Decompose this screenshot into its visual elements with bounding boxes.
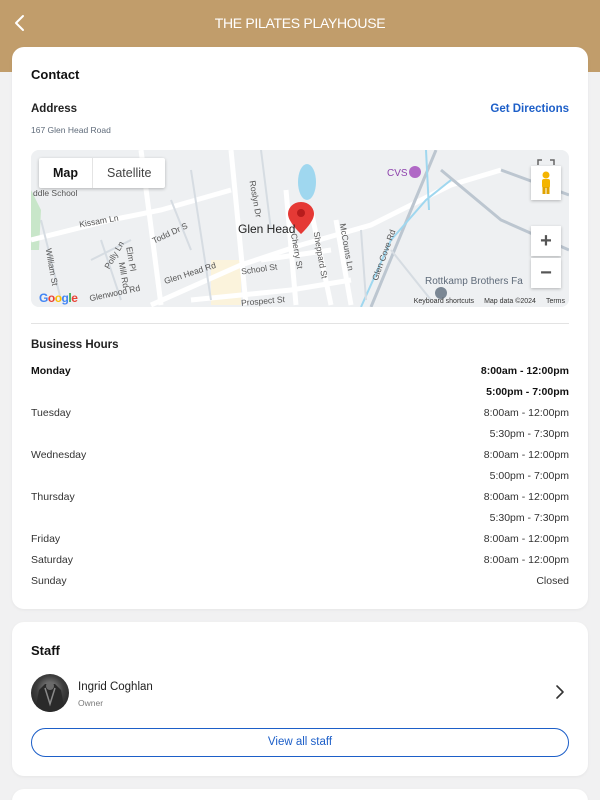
map-footer: Keyboard shortcuts Map data ©2024 Terms bbox=[414, 298, 565, 305]
staff-title: Staff bbox=[31, 643, 60, 658]
map-place-label: CVS bbox=[387, 168, 408, 179]
terms-link[interactable]: Terms bbox=[546, 298, 565, 305]
map-view[interactable]: ddle School Kissam Ln Todd Dr S Glen Hea… bbox=[31, 150, 569, 307]
avatar-image bbox=[35, 682, 65, 712]
hours-day: Monday bbox=[31, 365, 71, 377]
hours-time: 5:30pm - 7:30pm bbox=[489, 428, 569, 440]
street-view-icon bbox=[542, 171, 550, 194]
staff-member-row[interactable]: Ingrid Coghlan Owner bbox=[31, 674, 569, 714]
avatar bbox=[31, 674, 69, 712]
hours-row: Wednesday 8:00am - 12:00pm bbox=[31, 443, 569, 464]
hours-time: Closed bbox=[536, 575, 569, 587]
zoom-out-button[interactable]: − bbox=[531, 258, 561, 288]
map-city-label: Glen Head bbox=[238, 222, 296, 236]
street-view-button[interactable] bbox=[531, 166, 561, 200]
divider bbox=[31, 323, 569, 324]
hours-row: Monday 8:00am - 12:00pm bbox=[31, 359, 569, 380]
hours-day: Friday bbox=[31, 533, 61, 545]
map-tab-map[interactable]: Map bbox=[39, 158, 93, 188]
map-place-label: ddle School bbox=[33, 188, 78, 198]
staff-role: Owner bbox=[78, 698, 104, 708]
zoom-in-button[interactable]: + bbox=[531, 226, 561, 256]
map-type-toggle: Map Satellite bbox=[39, 158, 166, 188]
get-directions-link[interactable]: Get Directions bbox=[490, 103, 569, 115]
hours-row: Friday 8:00am - 12:00pm bbox=[31, 527, 569, 548]
hours-row: 5:30pm - 7:30pm bbox=[31, 506, 569, 527]
hours-row: Thursday 8:00am - 12:00pm bbox=[31, 485, 569, 506]
hours-day: Tuesday bbox=[31, 407, 71, 419]
hours-row: 5:00pm - 7:00pm bbox=[31, 380, 569, 401]
keyboard-shortcuts-link[interactable]: Keyboard shortcuts bbox=[414, 298, 474, 305]
hours-day: Wednesday bbox=[31, 449, 87, 461]
map-place-label: Rottkamp Brothers Fa bbox=[425, 276, 523, 287]
hours-time: 8:00am - 12:00pm bbox=[483, 554, 569, 566]
hours-time: 8:00am - 12:00pm bbox=[483, 533, 569, 545]
chevron-right-icon bbox=[556, 685, 564, 699]
hours-day: Thursday bbox=[31, 491, 75, 503]
google-logo: Google bbox=[39, 291, 78, 305]
contact-card: Contact Address 167 Glen Head Road Get D… bbox=[12, 47, 588, 609]
view-all-staff-button[interactable]: View all staff bbox=[31, 728, 569, 757]
hours-time: 5:00pm - 7:00pm bbox=[489, 470, 569, 482]
business-hours-title: Business Hours bbox=[31, 339, 119, 351]
map-tab-satellite[interactable]: Satellite bbox=[93, 158, 165, 188]
staff-name: Ingrid Coghlan bbox=[78, 681, 153, 693]
map-data-text: Map data ©2024 bbox=[484, 298, 536, 305]
hours-time: 8:00am - 12:00pm bbox=[483, 407, 569, 419]
hours-time: 8:00am - 12:00pm bbox=[483, 449, 569, 461]
page-title: THE PILATES PLAYHOUSE bbox=[214, 15, 386, 31]
hours-day: Sunday bbox=[31, 575, 67, 587]
hours-time: 8:00am - 12:00pm bbox=[480, 365, 569, 377]
hours-time: 5:00pm - 7:00pm bbox=[486, 386, 569, 398]
hours-row: 5:30pm - 7:30pm bbox=[31, 422, 569, 443]
address-label: Address bbox=[31, 103, 78, 115]
hours-row: Sunday Closed bbox=[31, 569, 569, 590]
business-hours-list: Monday 8:00am - 12:00pm 5:00pm - 7:00pm … bbox=[31, 359, 569, 590]
address-value: 167 Glen Head Road bbox=[31, 125, 111, 135]
hours-row: 5:00pm - 7:00pm bbox=[31, 464, 569, 485]
hours-day: Saturday bbox=[31, 554, 74, 566]
hours-time: 8:00am - 12:00pm bbox=[483, 491, 569, 503]
hours-row: Tuesday 8:00am - 12:00pm bbox=[31, 401, 569, 422]
staff-card: Staff Ingrid Coghlan Owner View all staf… bbox=[12, 622, 588, 776]
contact-title: Contact bbox=[31, 67, 80, 82]
next-section-card bbox=[12, 789, 588, 800]
hours-time: 5:30pm - 7:30pm bbox=[489, 512, 569, 524]
hours-row: Saturday 8:00am - 12:00pm bbox=[31, 548, 569, 569]
